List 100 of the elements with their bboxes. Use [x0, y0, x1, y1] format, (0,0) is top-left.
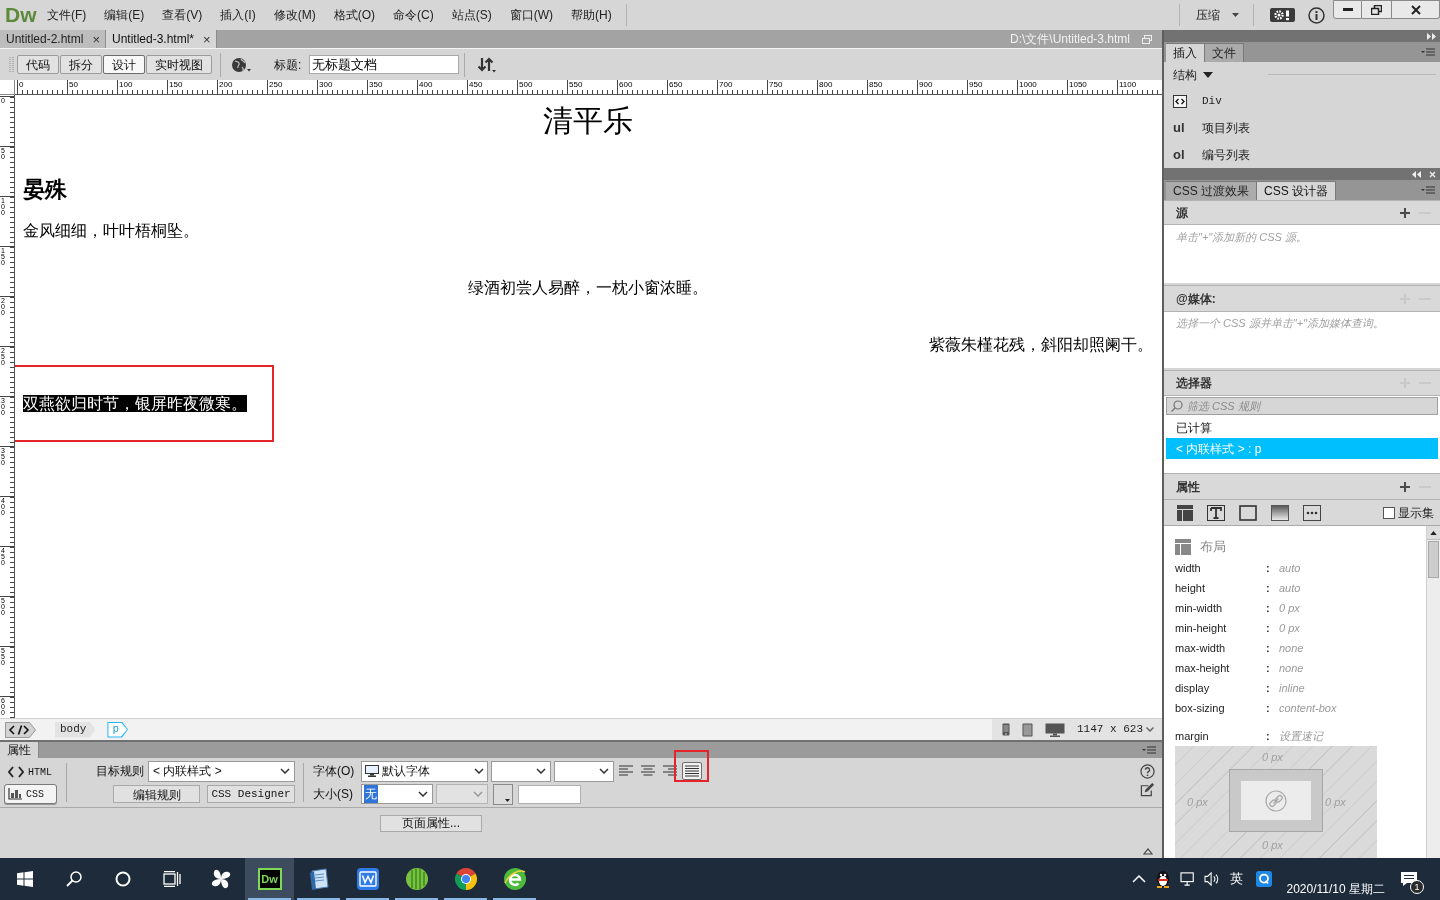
menu-item[interactable]: 编辑(E): [96, 4, 153, 26]
desktop-icon[interactable]: [1045, 722, 1065, 737]
menu-item[interactable]: 帮助(H): [563, 4, 620, 26]
task-view-icon: [162, 871, 181, 887]
plus-icon[interactable]: [1400, 481, 1410, 492]
view-button[interactable]: 代码: [17, 55, 59, 74]
title-field[interactable]: 无标题文档: [309, 55, 460, 74]
running-indicator-icon: [444, 898, 487, 900]
selector-item[interactable]: 已计算: [1166, 417, 1438, 438]
info-icon[interactable]: [1308, 6, 1325, 24]
collapse-icon[interactable]: [1412, 170, 1421, 178]
panel-tab[interactable]: 文件: [1205, 43, 1244, 62]
close-icon[interactable]: [1429, 170, 1436, 178]
ruler-label: 600: [619, 80, 633, 89]
color-swatch[interactable]: [493, 783, 513, 805]
scroll-up-button[interactable]: [1427, 526, 1440, 540]
filter-field[interactable]: 筛选 CSS 规则: [1166, 396, 1438, 415]
chevron-down-icon: [473, 791, 483, 797]
menu-item[interactable]: 命令(C): [385, 4, 442, 26]
plus-icon[interactable]: [1400, 207, 1410, 218]
property-name: max-height: [1175, 660, 1231, 676]
panel-tab[interactable]: 插入: [1166, 43, 1205, 62]
panel-tab[interactable]: CSS 设计器: [1257, 181, 1337, 200]
tag-button[interactable]: body: [55, 721, 96, 738]
network-icon[interactable]: [1180, 872, 1197, 886]
checkbox[interactable]: [1383, 506, 1395, 519]
ruler-label: 200: [219, 80, 233, 89]
menu-item[interactable]: 站点(S): [443, 4, 500, 26]
target-rule-dropdown[interactable]: < 内联样式 >: [148, 760, 295, 782]
more-icon[interactable]: [1303, 504, 1321, 521]
colon-text: :: [1266, 728, 1271, 744]
category-dropdown[interactable]: 结构: [1173, 65, 1213, 84]
colon-text: :: [1266, 640, 1271, 656]
scrollbar-thumb[interactable]: [1428, 541, 1439, 578]
text-icon[interactable]: [1207, 504, 1225, 521]
view-button[interactable]: 设计: [103, 55, 145, 74]
help-icon[interactable]: [1140, 764, 1155, 779]
monitor-icon: [365, 765, 379, 777]
tab-close-button[interactable]: ×: [92, 32, 100, 46]
document-tab[interactable]: Untitled-3.html* ×: [105, 30, 217, 48]
menu-item[interactable]: 窗口(W): [501, 4, 561, 26]
document-tab[interactable]: Untitled-2.html ×: [0, 30, 106, 48]
color-field[interactable]: [518, 784, 581, 804]
penguin-icon[interactable]: [1155, 870, 1172, 888]
mode-button[interactable]: CSS: [4, 784, 57, 804]
view-button[interactable]: 拆分: [60, 55, 102, 74]
restore-button[interactable]: [1362, 0, 1392, 19]
menu-item[interactable]: 修改(M): [265, 4, 324, 26]
panel-tab[interactable]: CSS 过渡效果: [1166, 181, 1257, 200]
up-down-arrows-icon[interactable]: [477, 56, 498, 73]
view-button[interactable]: 实时视图: [146, 55, 212, 74]
chevron-down-icon: [536, 768, 546, 774]
restore-icon: [1371, 4, 1382, 15]
ruler-label: 650: [669, 80, 683, 89]
close-button[interactable]: [1392, 0, 1440, 19]
background-icon[interactable]: [1271, 504, 1289, 521]
section-title: 属性: [1176, 478, 1200, 496]
insert-item[interactable]: 编号列表: [1202, 145, 1250, 164]
minimize-button[interactable]: [1333, 0, 1362, 19]
input-method-indicator[interactable]: 英: [1230, 869, 1244, 889]
tablet-icon[interactable]: [1022, 722, 1033, 737]
workspace-dropdown[interactable]: 压缩: [1188, 4, 1247, 26]
border-icon[interactable]: [1239, 504, 1257, 521]
panel-tab[interactable]: 属性: [0, 742, 39, 758]
globe-icon[interactable]: [231, 56, 251, 73]
clock-date[interactable]: 2020/11/10 星期二: [1286, 881, 1385, 897]
grip-handle-icon[interactable]: [9, 56, 14, 73]
page-properties-button[interactable]: 页面属性...: [380, 815, 482, 832]
dropdown[interactable]: [491, 760, 551, 782]
phone-icon[interactable]: [1002, 723, 1010, 736]
gear-alert-icon[interactable]: [1270, 8, 1295, 22]
volume-icon[interactable]: [1204, 872, 1221, 886]
menu-item[interactable]: 查看(V): [154, 4, 211, 26]
menu-item[interactable]: 格式(O): [325, 4, 383, 26]
menu-item[interactable]: 文件(F): [39, 4, 95, 26]
font-dropdown[interactable]: 默认字体: [361, 760, 488, 782]
css-designer-button[interactable]: CSS Designer: [207, 785, 295, 803]
size-dropdown[interactable]: 无: [361, 784, 433, 804]
collapse-icon[interactable]: [1143, 848, 1153, 855]
q-tile-icon[interactable]: [1256, 871, 1273, 887]
mode-button[interactable]: HTML: [4, 762, 57, 782]
code-tag-icon[interactable]: [5, 721, 37, 738]
insert-item[interactable]: 项目列表: [1202, 118, 1250, 137]
edit-rule-button[interactable]: 编辑规则: [113, 785, 200, 803]
layout-icon[interactable]: [1177, 504, 1193, 521]
property-name: min-width: [1175, 600, 1224, 616]
scrollbar[interactable]: [1426, 526, 1440, 858]
menu-item[interactable]: 插入(I): [212, 4, 264, 26]
chevron-up-icon[interactable]: [1132, 875, 1147, 883]
property-name: margin: [1175, 728, 1210, 744]
ruler-label: 950: [969, 80, 983, 89]
tab-close-button[interactable]: ×: [203, 32, 211, 46]
colon-text: :: [1266, 680, 1271, 696]
expand-icon[interactable]: [1427, 32, 1436, 40]
edit-icon[interactable]: [1140, 782, 1155, 797]
caret-icon: [505, 798, 510, 802]
taskbar-button[interactable]: Dw: [245, 858, 294, 900]
notification-badge: 1: [1410, 880, 1424, 894]
insert-item[interactable]: Div: [1202, 92, 1222, 110]
dropdown[interactable]: [554, 760, 614, 782]
